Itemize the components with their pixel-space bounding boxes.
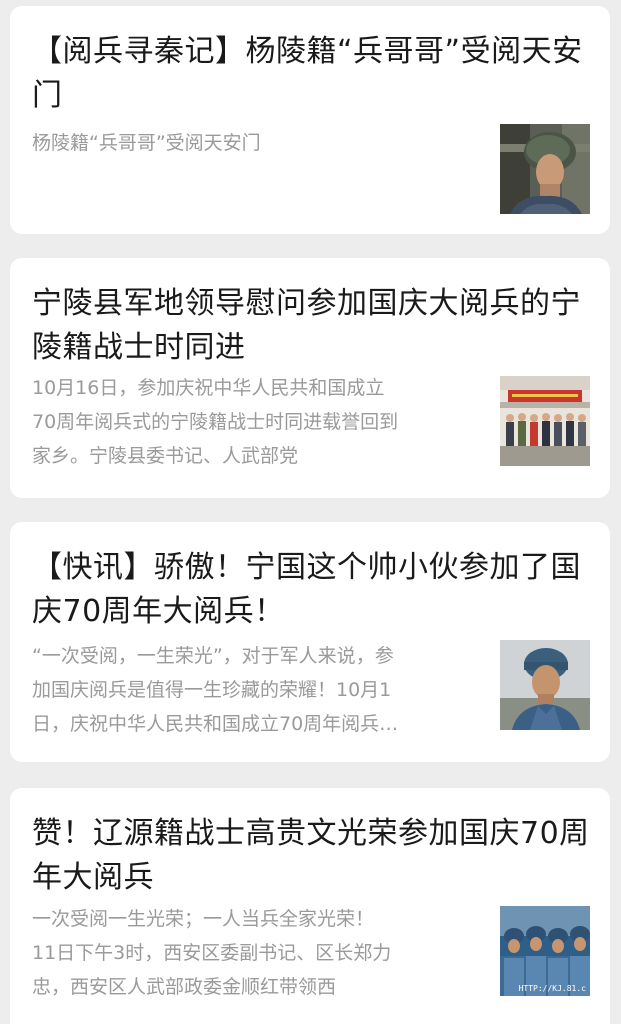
soldier-portrait-thumbnail[interactable] bbox=[500, 640, 590, 730]
article-title[interactable]: 【阅兵寻秦记】杨陵籍“兵哥哥”受阅天安门 bbox=[32, 30, 592, 118]
summary-line: 忠，西安区人武部政委金顺红带领西 bbox=[32, 976, 337, 998]
article-title[interactable]: 【快讯】骄傲！宁国这个帅小伙参加了国庆70周年大阅兵！ bbox=[32, 546, 592, 634]
article-card[interactable]: 赞！辽源籍战士高贵文光荣参加国庆70周年大阅兵 一次受阅一生光荣；一人当兵全家光… bbox=[10, 788, 610, 1024]
soldiers-formation-thumbnail[interactable]: HTTP://KJ.81.c bbox=[500, 906, 590, 996]
summary-line: 一次受阅一生光荣；一人当兵全家光荣！ bbox=[32, 908, 375, 930]
soldier-helmet-thumbnail[interactable] bbox=[500, 124, 590, 214]
soldier-helmet-image bbox=[500, 124, 590, 214]
article-title[interactable]: 赞！辽源籍战士高贵文光荣参加国庆70周年大阅兵 bbox=[32, 812, 592, 900]
group-photo-image bbox=[500, 376, 590, 466]
summary-line: 杨陵籍“兵哥哥”受阅天安门 bbox=[32, 132, 261, 154]
summary-line: 加国庆阅兵是值得一生珍藏的荣耀！10月1 bbox=[32, 679, 392, 701]
image-watermark: HTTP://KJ.81.c bbox=[518, 984, 586, 993]
article-feed: 【阅兵寻秦记】杨陵籍“兵哥哥”受阅天安门 杨陵籍“兵哥哥”受阅天安门 宁陵县军地… bbox=[0, 0, 621, 1024]
soldier-portrait-image bbox=[500, 640, 590, 730]
article-title[interactable]: 宁陵县军地领导慰问参加国庆大阅兵的宁陵籍战士时同进 bbox=[32, 282, 592, 370]
summary-line: 日，庆祝中华人民共和国成立70周年阅兵… bbox=[32, 713, 399, 735]
summary-line: 10月16日，参加庆祝中华人民共和国成立 bbox=[32, 377, 385, 399]
article-summary: “一次受阅，一生荣光”，对于军人来说，参 加国庆阅兵是值得一生珍藏的荣耀！10月… bbox=[32, 639, 487, 741]
summary-line: 70周年阅兵式的宁陵籍战士时同进载誉回到 bbox=[32, 411, 399, 433]
summary-line: 家乡。宁陵县委书记、人武部党 bbox=[32, 445, 299, 467]
article-summary: 一次受阅一生光荣；一人当兵全家光荣！ 11日下午3时，西安区委副书记、区长郑力 … bbox=[32, 902, 487, 1004]
article-card[interactable]: 宁陵县军地领导慰问参加国庆大阅兵的宁陵籍战士时同进 10月16日，参加庆祝中华人… bbox=[10, 258, 610, 498]
summary-line: “一次受阅，一生荣光”，对于军人来说，参 bbox=[32, 645, 394, 667]
article-card[interactable]: 【阅兵寻秦记】杨陵籍“兵哥哥”受阅天安门 杨陵籍“兵哥哥”受阅天安门 bbox=[10, 6, 610, 234]
article-card[interactable]: 【快讯】骄傲！宁国这个帅小伙参加了国庆70周年大阅兵！ “一次受阅，一生荣光”，… bbox=[10, 522, 610, 762]
article-summary: 10月16日，参加庆祝中华人民共和国成立 70周年阅兵式的宁陵籍战士时同进载誉回… bbox=[32, 371, 487, 473]
article-summary: 杨陵籍“兵哥哥”受阅天安门 bbox=[32, 126, 487, 160]
group-photo-thumbnail[interactable] bbox=[500, 376, 590, 466]
summary-line: 11日下午3时，西安区委副书记、区长郑力 bbox=[32, 942, 392, 964]
